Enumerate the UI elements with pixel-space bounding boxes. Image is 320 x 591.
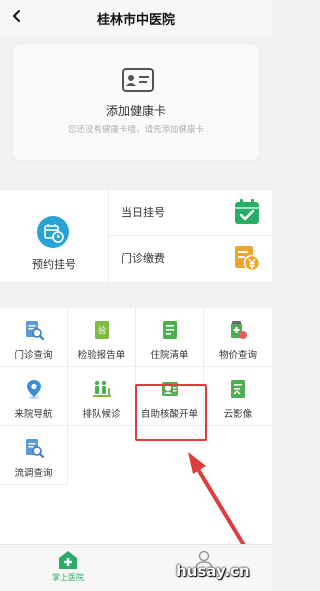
same-day-register-label: 当日挂号	[121, 206, 165, 219]
hospital-home-icon	[59, 551, 77, 569]
outpatient-payment-label: 门诊缴费	[121, 252, 165, 265]
title-bar: 桂林市中医院	[0, 0, 272, 36]
service-label: 流调查询	[14, 468, 53, 479]
inpatient-list-button[interactable]: 住院清单	[136, 308, 204, 367]
service-label: 物价查询	[218, 350, 257, 361]
service-label: 检验报告单	[77, 350, 126, 361]
health-card-section: 添加健康卡 您还没有健康卡哦，请先添加健康卡	[0, 36, 272, 176]
page-title: 桂林市中医院	[96, 13, 175, 28]
service-label: 来院导航	[14, 409, 53, 420]
add-health-card-button[interactable]: 添加健康卡 您还没有健康卡哦，请先添加健康卡	[12, 43, 260, 161]
same-day-register-button[interactable]: 当日挂号	[109, 190, 272, 235]
outpatient-query-button[interactable]: 门诊查询	[0, 308, 68, 367]
location-pin-icon	[27, 380, 41, 399]
test-report-icon: 验	[95, 321, 109, 339]
appointment-button[interactable]: 预约挂号	[0, 190, 108, 282]
test-report-button[interactable]: 验 检验报告单	[68, 308, 136, 367]
tab-label: 掌上医院	[52, 573, 84, 582]
service-label: 门诊查询	[14, 350, 53, 361]
cloud-imaging-button[interactable]: 云影像	[204, 367, 272, 426]
queue-icon	[93, 380, 111, 397]
doc-search-icon	[26, 321, 44, 340]
service-label: 云影像	[223, 409, 253, 420]
medicine-price-icon	[231, 321, 247, 339]
checklist-icon	[163, 321, 177, 339]
service-label: 住院清单	[150, 350, 189, 361]
cloud-image-icon	[231, 380, 245, 398]
watermark: husay.cn	[176, 562, 250, 580]
service-label: 排队候诊	[82, 409, 121, 420]
id-card-icon	[122, 68, 154, 92]
highlight-box	[135, 384, 207, 441]
appointment-label: 预约挂号	[32, 258, 76, 271]
health-card-subtitle: 您还没有健康卡哦，请先添加健康卡	[67, 125, 204, 135]
flow-search-icon	[26, 439, 44, 458]
calendar-check-icon	[235, 199, 259, 224]
health-card-title: 添加健康卡	[105, 104, 166, 118]
tab-mobile-hospital[interactable]: 掌上医院	[0, 545, 136, 591]
queue-waiting-button[interactable]: 排队候诊	[68, 367, 136, 426]
epidemiological-query-button[interactable]: 流调查询	[0, 426, 68, 485]
outpatient-payment-button[interactable]: 门诊缴费	[109, 236, 272, 281]
svg-text:验: 验	[98, 325, 106, 335]
yen-payment-icon	[235, 246, 260, 272]
calendar-clock-icon	[37, 216, 69, 248]
primary-services: 预约挂号 当日挂号 门诊缴费	[0, 190, 272, 282]
price-query-button[interactable]: 物价查询	[204, 308, 272, 367]
hospital-navigation-button[interactable]: 来院导航	[0, 367, 68, 426]
